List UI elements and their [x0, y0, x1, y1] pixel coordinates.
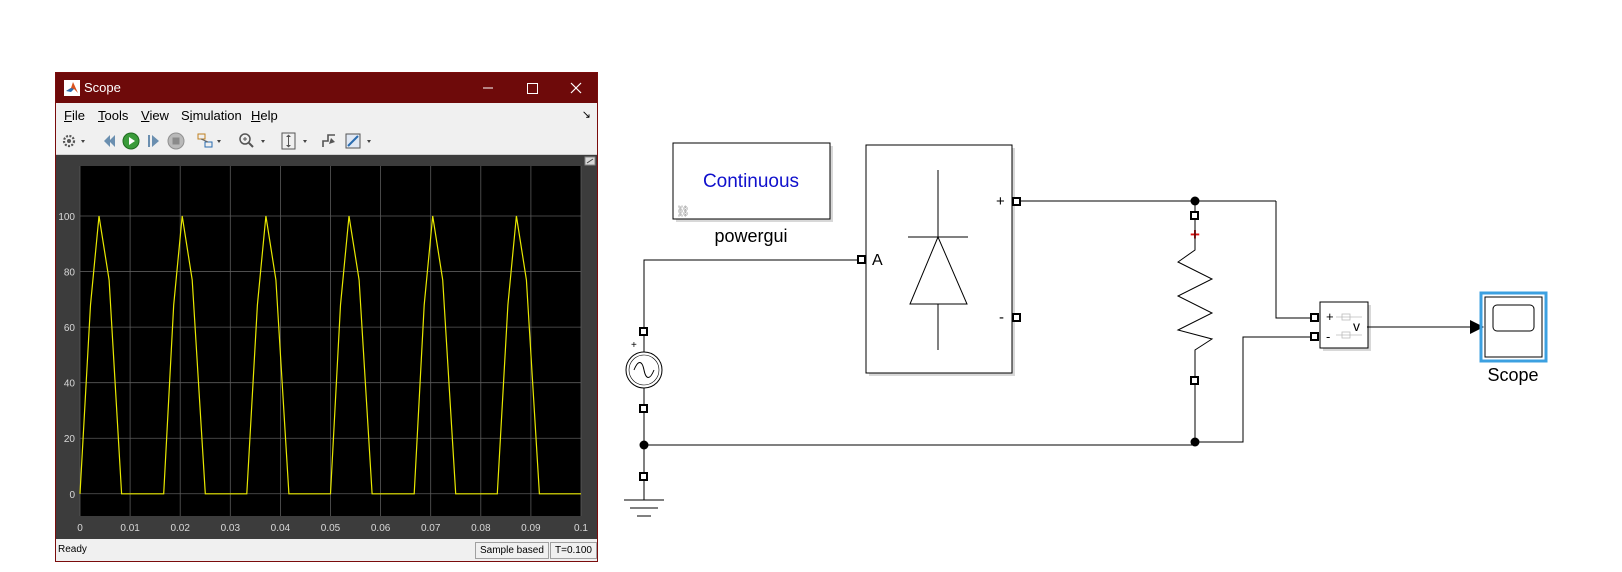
diode-port-a-label: A — [872, 252, 883, 269]
junction-dot — [639, 440, 649, 450]
diode-port-minus-label: - — [999, 309, 1004, 326]
vm-minus-label: - — [1326, 329, 1330, 344]
link-icon: ⛓ — [676, 205, 690, 218]
diode-port-plus-label: + — [996, 193, 1005, 210]
powergui-block[interactable]: Continuous ⛓ powergui — [672, 142, 833, 246]
ground-block[interactable] — [624, 472, 664, 517]
scope-block[interactable]: Scope — [1479, 291, 1548, 385]
simulink-diagram[interactable]: Continuous ⛓ powergui A + - + + + - v Sc… — [0, 0, 1622, 572]
port-plus[interactable] — [1012, 197, 1021, 206]
junction-dot — [1190, 437, 1200, 447]
powergui-mode-text: Continuous — [703, 171, 799, 192]
vm-v-label: v — [1353, 318, 1360, 334]
resistor-block[interactable]: + — [1176, 211, 1214, 385]
vm-plus-label: + — [1326, 309, 1334, 324]
source-plus-label: + — [631, 340, 637, 351]
resistor-zigzag-icon — [1176, 219, 1214, 376]
scope-screen-icon — [1492, 304, 1535, 332]
ac-voltage-source[interactable]: + — [625, 327, 663, 413]
junction-dot — [1190, 196, 1200, 206]
scope-label: Scope — [1487, 365, 1538, 385]
voltage-measurement-block[interactable]: + - v — [1310, 301, 1371, 351]
powergui-label: powergui — [714, 226, 787, 246]
port-minus[interactable] — [1012, 313, 1021, 322]
diode-block[interactable]: A + - — [857, 144, 1021, 376]
port-a[interactable] — [857, 255, 866, 264]
